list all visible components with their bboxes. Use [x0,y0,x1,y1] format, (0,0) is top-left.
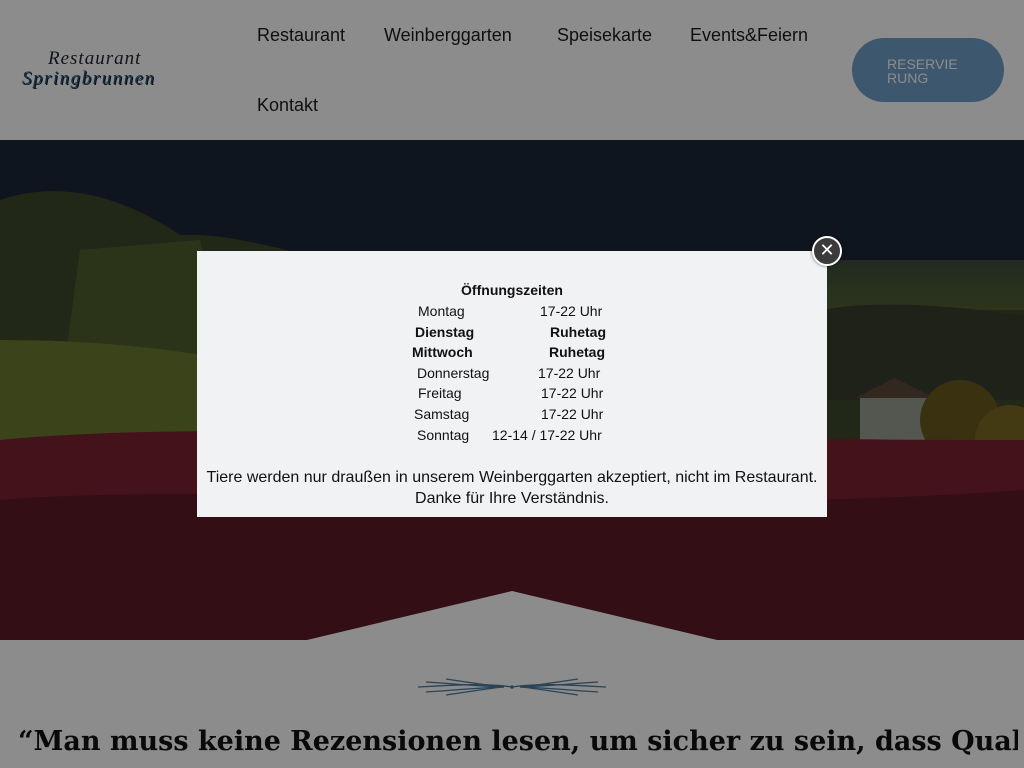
hours-row: Samstag 17-22 Uhr [397,406,637,427]
opening-hours-table: Montag 17-22 Uhr Dienstag Ruhetag Mittwo… [397,303,637,447]
hours-day: Montag [418,303,465,319]
hours-time: 17-22 Uhr [541,405,604,422]
modal-title: Öffnungszeiten [461,282,563,298]
pet-policy-note: Tiere werden nur draußen in unserem Wein… [197,467,827,509]
hours-time: 12-14 / 17-22 Uhr [492,426,602,443]
hours-day: Freitag [418,385,462,402]
close-icon[interactable]: ✕ [812,236,842,266]
hours-day: Samstag [414,405,470,422]
pet-policy-line-1: Tiere werden nur draußen in unserem Wein… [206,469,818,486]
hours-time: 17-22 Uhr [540,303,603,319]
hours-row: Freitag 17-22 Uhr [397,385,637,406]
opening-hours-modal: Öffnungszeiten Montag 17-22 Uhr Dienstag… [197,251,827,517]
hours-time: Ruhetag [550,323,606,340]
hours-time: 17-22 Uhr [538,364,601,381]
hours-row: Dienstag Ruhetag [397,324,637,345]
hours-day: Donnerstag [417,364,490,381]
pet-policy-line-2: Danke für Ihre Verständnis. [415,490,609,507]
hours-row: Mittwoch Ruhetag [397,344,637,365]
hours-row: Donnerstag 17-22 Uhr [397,365,637,386]
hours-row: Montag 17-22 Uhr [397,303,637,324]
hours-day: Sonntag [417,426,470,443]
hours-row: Sonntag 12-14 / 17-22 Uhr [397,427,637,448]
hours-time: Ruhetag [549,344,605,361]
hours-day: Dienstag [415,323,475,340]
hours-day: Mittwoch [412,344,473,361]
hours-time: 17-22 Uhr [541,385,604,402]
